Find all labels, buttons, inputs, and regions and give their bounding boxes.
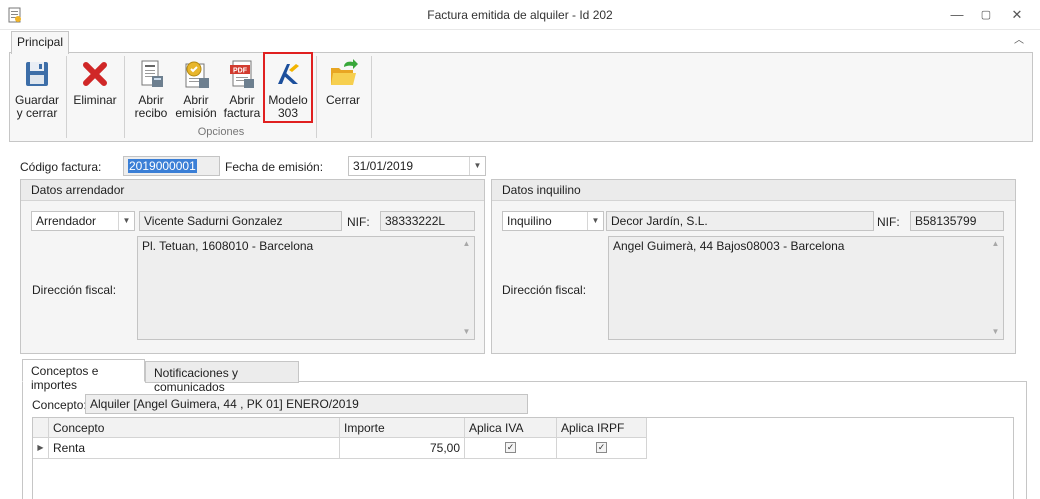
column-header-aplica-iva[interactable]: Aplica IVA bbox=[465, 418, 557, 438]
chevron-down-icon[interactable]: ▼ bbox=[469, 157, 485, 175]
folder-arrow-icon bbox=[331, 59, 358, 85]
tenant-nif-label: NIF: bbox=[877, 215, 900, 229]
collapse-ribbon-icon[interactable]: ︿ bbox=[1012, 34, 1026, 48]
tenant-nif-field[interactable]: B58135799 bbox=[910, 211, 1004, 231]
close-window-button[interactable]: ✕ bbox=[1006, 5, 1028, 25]
receipt-icon bbox=[141, 60, 163, 87]
delete-x-icon bbox=[83, 62, 107, 86]
save-close-button[interactable]: Guardar y cerrar bbox=[12, 56, 62, 126]
restore-button[interactable]: ▢ bbox=[975, 5, 997, 25]
table-row-concepto[interactable]: Renta bbox=[49, 438, 340, 459]
landlord-role-value: Arrendador bbox=[36, 214, 97, 228]
table-row-aplica-iva[interactable]: ✓ bbox=[465, 438, 557, 459]
table-row-importe[interactable]: 75,00 bbox=[340, 438, 465, 459]
table-row-aplica-irpf[interactable]: ✓ bbox=[557, 438, 647, 459]
tenant-group-header: Datos inquilino bbox=[492, 180, 1015, 201]
tenant-role-select[interactable]: Inquilino ▼ bbox=[502, 211, 604, 231]
issue-date-value: 31/01/2019 bbox=[353, 159, 414, 173]
landlord-group-header: Datos arrendador bbox=[21, 180, 484, 201]
tenant-address-value: Angel Guimerà, 44 Bajos08003 - Barcelona bbox=[613, 239, 845, 253]
row-selector-arrow-icon[interactable]: ▶ bbox=[33, 438, 49, 459]
close-button[interactable]: Cerrar bbox=[320, 56, 366, 126]
open-issue-button[interactable]: Abrir emisión bbox=[174, 56, 218, 126]
ribbon-separator bbox=[124, 56, 125, 138]
ribbon-separator bbox=[371, 56, 372, 138]
aplica-irpf-checkbox[interactable]: ✓ bbox=[596, 442, 607, 453]
delete-label: Eliminar bbox=[73, 93, 117, 107]
column-header-concepto[interactable]: Concepto bbox=[49, 418, 340, 438]
landlord-address-field[interactable]: Pl. Tetuan, 1608010 - Barcelona ▲ ▼ bbox=[137, 236, 475, 340]
concept-label: Concepto: bbox=[32, 398, 87, 412]
open-invoice-button[interactable]: PDF Abrir factura bbox=[220, 56, 264, 126]
landlord-nif-field[interactable]: 38333222L bbox=[380, 211, 475, 231]
close-label: Cerrar bbox=[325, 93, 360, 107]
invoice-code-field[interactable]: 2019000001 bbox=[123, 156, 220, 176]
model-303-highlight bbox=[263, 52, 313, 123]
tab-conceptos-importes[interactable]: Conceptos e importes bbox=[22, 359, 145, 392]
pdf-invoice-icon: PDF bbox=[230, 60, 254, 88]
landlord-nif-label: NIF: bbox=[347, 215, 370, 229]
delete-button[interactable]: Eliminar bbox=[70, 56, 120, 126]
floppy-disk-icon bbox=[26, 62, 48, 86]
tenant-role-value: Inquilino bbox=[507, 214, 552, 228]
landlord-address-value: Pl. Tetuan, 1608010 - Barcelona bbox=[142, 239, 314, 253]
landlord-address-label: Dirección fiscal: bbox=[32, 283, 117, 297]
scroll-up-icon[interactable]: ▲ bbox=[459, 237, 474, 251]
issue-date-label: Fecha de emisión: bbox=[225, 160, 324, 174]
save-close-label: Guardar y cerrar bbox=[14, 93, 60, 120]
scroll-down-icon[interactable]: ▼ bbox=[988, 325, 1003, 339]
open-receipt-button[interactable]: Abrir recibo bbox=[128, 56, 174, 126]
tenant-address-label: Dirección fiscal: bbox=[502, 283, 587, 297]
landlord-name-field[interactable]: Vicente Sadurni Gonzalez bbox=[139, 211, 342, 231]
open-receipt-label: Abrir recibo bbox=[134, 93, 168, 120]
scrollbar[interactable]: ▲ ▼ bbox=[988, 237, 1003, 339]
concepts-grid: Concepto Importe Aplica IVA Aplica IRPF … bbox=[32, 417, 1014, 499]
tab-principal[interactable]: Principal bbox=[11, 31, 69, 54]
invoice-code-value: 2019000001 bbox=[128, 159, 197, 173]
tenant-address-field[interactable]: Angel Guimerà, 44 Bajos08003 - Barcelona… bbox=[608, 236, 1004, 340]
chevron-down-icon[interactable]: ▼ bbox=[118, 212, 134, 230]
ribbon-separator bbox=[66, 56, 67, 138]
window-title: Factura emitida de alquiler - Id 202 bbox=[427, 8, 613, 22]
invoice-code-label: Código factura: bbox=[20, 160, 102, 174]
scrollbar[interactable]: ▲ ▼ bbox=[459, 237, 474, 339]
scroll-up-icon[interactable]: ▲ bbox=[988, 237, 1003, 251]
pdf-badge-text: PDF bbox=[233, 68, 248, 75]
open-invoice-label: Abrir factura bbox=[223, 93, 261, 120]
column-header-aplica-irpf[interactable]: Aplica IRPF bbox=[557, 418, 647, 438]
chevron-down-icon[interactable]: ▼ bbox=[587, 212, 603, 230]
ribbon-tab-strip bbox=[0, 30, 1040, 52]
tab-notificaciones[interactable]: Notificaciones y comunicados bbox=[145, 361, 299, 394]
scroll-down-icon[interactable]: ▼ bbox=[459, 325, 474, 339]
issue-date-picker[interactable]: 31/01/2019 ▼ bbox=[348, 156, 486, 176]
tenant-name-field[interactable]: Decor Jardín, S.L. bbox=[606, 211, 874, 231]
landlord-role-select[interactable]: Arrendador ▼ bbox=[31, 211, 135, 231]
ribbon-separator bbox=[316, 56, 317, 138]
issued-document-icon bbox=[185, 61, 209, 88]
aplica-iva-checkbox[interactable]: ✓ bbox=[505, 442, 516, 453]
minimize-button[interactable]: — bbox=[946, 5, 968, 25]
open-issue-label: Abrir emisión bbox=[175, 93, 217, 120]
concept-field[interactable]: Alquiler [Angel Guimera, 44 , PK 01] ENE… bbox=[85, 394, 528, 414]
ribbon-group-label: Opciones bbox=[197, 126, 245, 138]
column-header-importe[interactable]: Importe bbox=[340, 418, 465, 438]
row-indicator-header bbox=[33, 418, 49, 438]
